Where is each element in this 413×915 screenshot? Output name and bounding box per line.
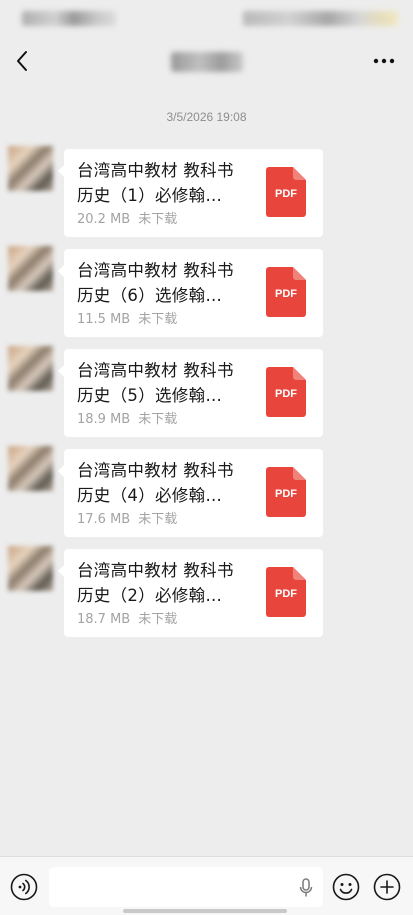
file-type-label: PDF xyxy=(275,588,297,600)
avatar[interactable] xyxy=(8,246,53,291)
file-type-label: PDF xyxy=(275,388,297,400)
file-size: 11.5 MB xyxy=(77,312,131,327)
more-button[interactable] xyxy=(369,47,399,75)
message-input[interactable] xyxy=(49,867,323,907)
file-name: 台湾高中教材 教科书 历史（1）必修翰… xyxy=(77,161,234,205)
file-size: 18.9 MB xyxy=(77,412,131,427)
pdf-file-icon: PDF xyxy=(266,567,306,617)
file-name: 台湾高中教材 教科书 历史（4）必修翰… xyxy=(77,461,234,505)
download-status: 未下载 xyxy=(138,412,178,427)
file-size: 18.7 MB xyxy=(77,612,131,627)
chat-title-redacted xyxy=(171,52,243,72)
microphone-icon[interactable] xyxy=(299,878,313,898)
more-dots-icon xyxy=(373,58,395,64)
chat-header xyxy=(0,38,413,84)
download-status: 未下载 xyxy=(138,212,178,227)
file-message[interactable]: 台湾高中教材 教科书 历史（5）选修翰… 18.9 MB 未下载 PDF xyxy=(58,349,323,437)
back-button[interactable] xyxy=(10,47,36,75)
pdf-file-icon: PDF xyxy=(266,367,306,417)
file-name: 台湾高中教材 教科书 历史（6）选修翰… xyxy=(77,261,234,305)
status-bar xyxy=(0,0,413,38)
download-status: 未下载 xyxy=(138,512,178,527)
pdf-file-icon: PDF xyxy=(266,167,306,217)
file-message[interactable]: 台湾高中教材 教科书 历史（2）必修翰… 18.7 MB 未下载 PDF xyxy=(58,549,323,637)
file-meta: 20.2 MB 未下载 xyxy=(77,208,177,227)
file-name: 台湾高中教材 教科书 历史（5）选修翰… xyxy=(77,361,234,405)
download-status: 未下载 xyxy=(138,312,178,327)
avatar[interactable] xyxy=(8,146,53,191)
voice-icon xyxy=(10,873,38,901)
file-meta: 11.5 MB 未下载 xyxy=(77,308,177,327)
file-type-label: PDF xyxy=(275,288,297,300)
pdf-file-icon: PDF xyxy=(266,467,306,517)
file-name: 台湾高中教材 教科书 历史（2）必修翰… xyxy=(77,561,234,605)
avatar[interactable] xyxy=(8,446,53,491)
download-status: 未下载 xyxy=(138,612,178,627)
emoji-button[interactable] xyxy=(332,873,360,901)
input-bar xyxy=(0,856,413,915)
message-timestamp: 3/5/2026 19:08 xyxy=(166,110,247,124)
emoji-icon xyxy=(332,873,360,901)
chevron-left-icon xyxy=(17,51,27,71)
file-message[interactable]: 台湾高中教材 教科书 历史（1）必修翰… 20.2 MB 未下载 PDF xyxy=(58,149,323,237)
status-bar-right-blur xyxy=(243,11,398,26)
file-type-label: PDF xyxy=(275,488,297,500)
status-bar-left-blur xyxy=(22,11,116,26)
voice-button[interactable] xyxy=(10,873,38,901)
file-message[interactable]: 台湾高中教材 教科书 历史（4）必修翰… 17.6 MB 未下载 PDF xyxy=(58,449,323,537)
file-size: 17.6 MB xyxy=(77,512,131,527)
file-size: 20.2 MB xyxy=(77,212,131,227)
plus-icon xyxy=(373,873,401,901)
file-meta: 18.9 MB 未下载 xyxy=(77,408,177,427)
file-meta: 18.7 MB 未下载 xyxy=(77,608,177,627)
plus-button[interactable] xyxy=(373,873,401,901)
file-type-label: PDF xyxy=(275,188,297,200)
avatar[interactable] xyxy=(8,346,53,391)
home-indicator xyxy=(123,909,287,913)
file-message[interactable]: 台湾高中教材 教科书 历史（6）选修翰… 11.5 MB 未下载 PDF xyxy=(58,249,323,337)
avatar[interactable] xyxy=(8,546,53,591)
pdf-file-icon: PDF xyxy=(266,267,306,317)
file-meta: 17.6 MB 未下载 xyxy=(77,508,177,527)
